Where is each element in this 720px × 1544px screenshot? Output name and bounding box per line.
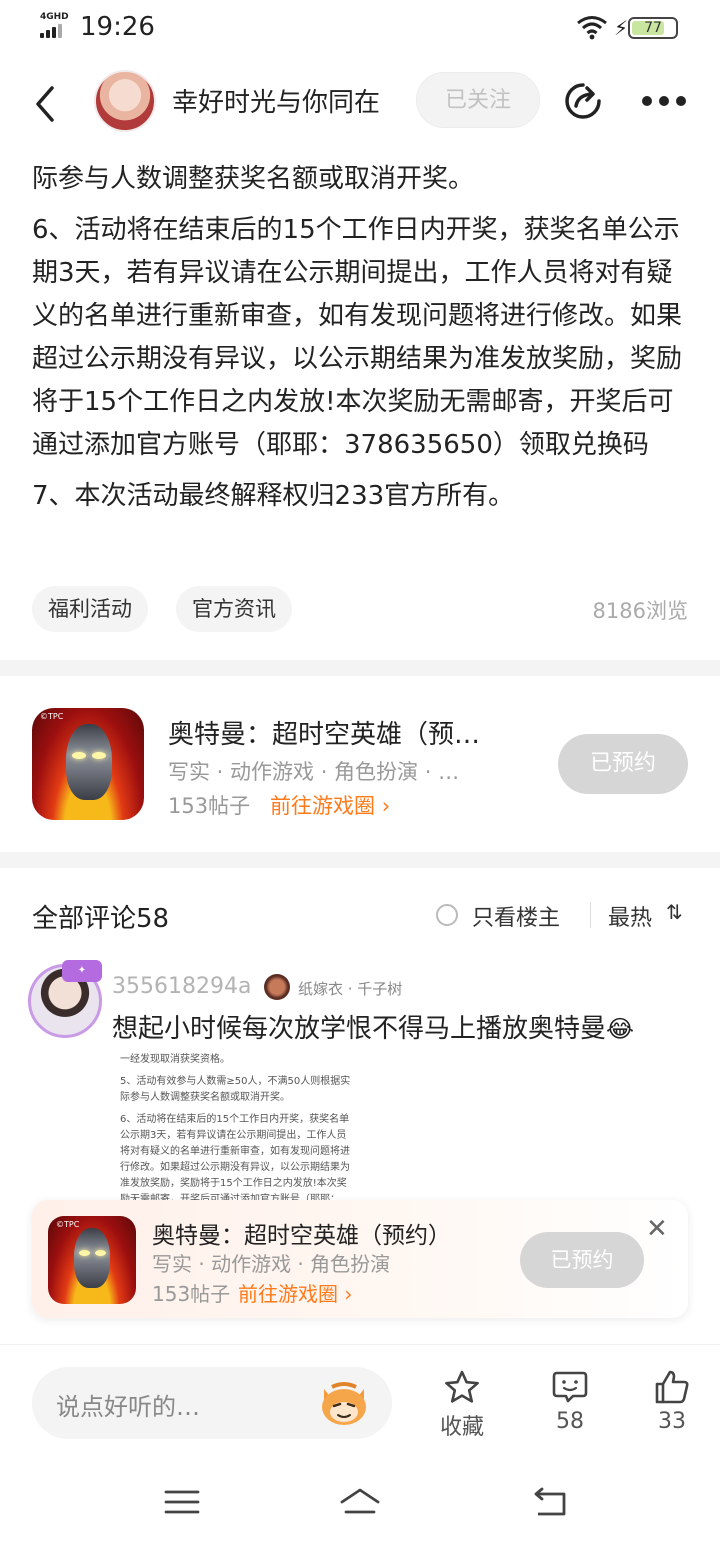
game-circle-link-label: 前往游戏圈 [270, 794, 375, 818]
reserve-button[interactable]: 已预约 [558, 734, 688, 794]
floating-game-title[interactable]: 奥特曼：超时空英雄（预约） [152, 1216, 451, 1250]
comment-text: 想起小时候每次放学恨不得马上播放奥特曼😂 [112, 1008, 634, 1045]
game-icon-badge: ©TPC [40, 712, 64, 721]
more-options-icon[interactable] [642, 96, 686, 106]
back-icon[interactable] [528, 1484, 572, 1520]
game-icon[interactable]: ©TPC [32, 708, 144, 820]
mascot-emoji-icon[interactable] [318, 1379, 370, 1427]
comment-input-placeholder: 说点好听的… [56, 1393, 200, 1421]
follow-button[interactable]: 已关注 [416, 72, 540, 128]
comment-bubble-icon [552, 1371, 588, 1403]
game-post-count: 153帖子 [168, 794, 251, 818]
favorite-action[interactable]: 收藏 [422, 1369, 502, 1441]
post-paragraph: 际参与人数调整获奖名额或取消开奖。 [32, 164, 475, 194]
system-navigation-bar [0, 1460, 720, 1544]
eye [92, 752, 106, 759]
chevron-right-icon: › [381, 794, 391, 818]
author-avatar[interactable] [94, 70, 156, 132]
floating-game-card[interactable]: ©TPC 奥特曼：超时空英雄（预约） 写实 · 动作游戏 · 角色扮演 153帖… [32, 1200, 688, 1318]
back-arrow-icon[interactable] [30, 84, 60, 124]
image-text-line: 5、活动有效参与人数需≥50人，不满50人则根据实际参与人数调整获奖名额或取消开… [120, 1076, 351, 1103]
user-title: 纸嫁衣 · 千子树 [298, 980, 403, 998]
post-header: 幸好时光与你同在 已关注 [0, 62, 720, 138]
image-text-line: 一经发现取消获奖资格。 [120, 1054, 230, 1065]
tag-official-news[interactable]: 官方资讯 [176, 586, 292, 632]
author-name[interactable]: 幸好时光与你同在 [172, 82, 380, 119]
floating-game-circle-link-label: 前往游戏圈 [238, 1282, 338, 1306]
commenter-name[interactable]: 355618294a [112, 974, 251, 999]
game-card[interactable]: ©TPC 奥特曼：超时空英雄（预… 写实 · 动作游戏 · 角色扮演 · … 1… [0, 690, 720, 850]
signal-icon [40, 24, 68, 38]
favorite-label: 收藏 [439, 1415, 484, 1440]
wifi-icon [577, 16, 607, 40]
like-action[interactable]: 33 [632, 1369, 712, 1434]
view-count: 8186浏览 [592, 599, 688, 623]
game-genres: 写实 · 动作游戏 · 角色扮演 · … [168, 760, 460, 784]
floating-game-circle-link[interactable]: 前往游戏圈 › [238, 1278, 352, 1307]
floating-reserve-button[interactable]: 已预约 [520, 1232, 644, 1288]
floating-game-post-count: 153帖子 [152, 1282, 231, 1306]
only-host-radio-icon[interactable] [436, 904, 458, 926]
comment-count: 58 [556, 1409, 584, 1434]
eye [79, 1250, 90, 1256]
laughing-emoji-icon: 😂 [606, 1015, 635, 1043]
only-host-filter[interactable]: 只看楼主 [472, 900, 560, 932]
post-body: 际参与人数调整获奖名额或取消开奖。 6、活动将在结束后的15个工作日内开奖，获奖… [32, 158, 692, 526]
divider [590, 902, 591, 928]
game-title[interactable]: 奥特曼：超时空英雄（预… [168, 714, 480, 751]
menu-icon[interactable] [160, 1484, 204, 1520]
sort-icon[interactable]: ⇅ [666, 900, 683, 924]
comment-body: 想起小时候每次放学恨不得马上播放奥特曼 [112, 1014, 607, 1044]
bottom-action-bar: 说点好听的… 收藏 58 33 [0, 1344, 720, 1454]
ultraman-face [74, 1228, 110, 1288]
battery-level: 77 [644, 20, 662, 36]
section-divider [0, 852, 720, 868]
post-paragraph: 6、活动将在结束后的15个工作日内开奖，获奖名单公示期3天，若有异议请在公示期间… [32, 215, 683, 460]
ultraman-face [66, 724, 112, 800]
game-circle-link[interactable]: 前往游戏圈 › [270, 790, 390, 820]
image-text-line: 6、活动将在结束后的15个工作日内开奖，获奖名单公示期3天，若有异议请在公示期间… [120, 1114, 350, 1205]
charging-icon: ⚡ [614, 16, 629, 40]
home-icon[interactable] [338, 1484, 382, 1520]
comments-title: 全部评论58 [32, 904, 170, 934]
star-icon [445, 1370, 479, 1403]
section-divider [0, 660, 720, 676]
eye [95, 1250, 106, 1256]
sort-hot[interactable]: 最热 [608, 900, 652, 932]
like-count: 33 [658, 1409, 686, 1434]
floating-game-genres: 写实 · 动作游戏 · 角色扮演 [152, 1252, 391, 1276]
comment-action[interactable]: 58 [530, 1369, 610, 1434]
post-paragraph: 7、本次活动最终解释权归233官方所有。 [32, 481, 515, 511]
avatar-frame-badge-icon: ✦ [62, 960, 102, 982]
eye [72, 752, 86, 759]
clock: 19:26 [80, 12, 155, 42]
comments-header: 全部评论58 只看楼主 最热 ⇅ [32, 892, 688, 936]
post-tags: 福利活动 官方资讯 8186浏览 [32, 586, 688, 632]
tag-welfare[interactable]: 福利活动 [32, 586, 148, 632]
user-title-icon [264, 974, 290, 1000]
close-icon[interactable]: ✕ [646, 1214, 668, 1244]
game-icon-badge: ©TPC [56, 1220, 80, 1229]
chevron-right-icon: › [344, 1282, 353, 1306]
status-bar: 4GHD 19:26 ⚡ 77 [0, 0, 720, 56]
battery-icon: 77 [628, 17, 678, 39]
network-type: 4GHD [40, 12, 69, 22]
thumbs-up-icon [655, 1370, 689, 1404]
comment-input[interactable]: 说点好听的… [32, 1367, 392, 1439]
share-icon[interactable] [562, 80, 604, 122]
game-icon[interactable]: ©TPC [48, 1216, 136, 1304]
